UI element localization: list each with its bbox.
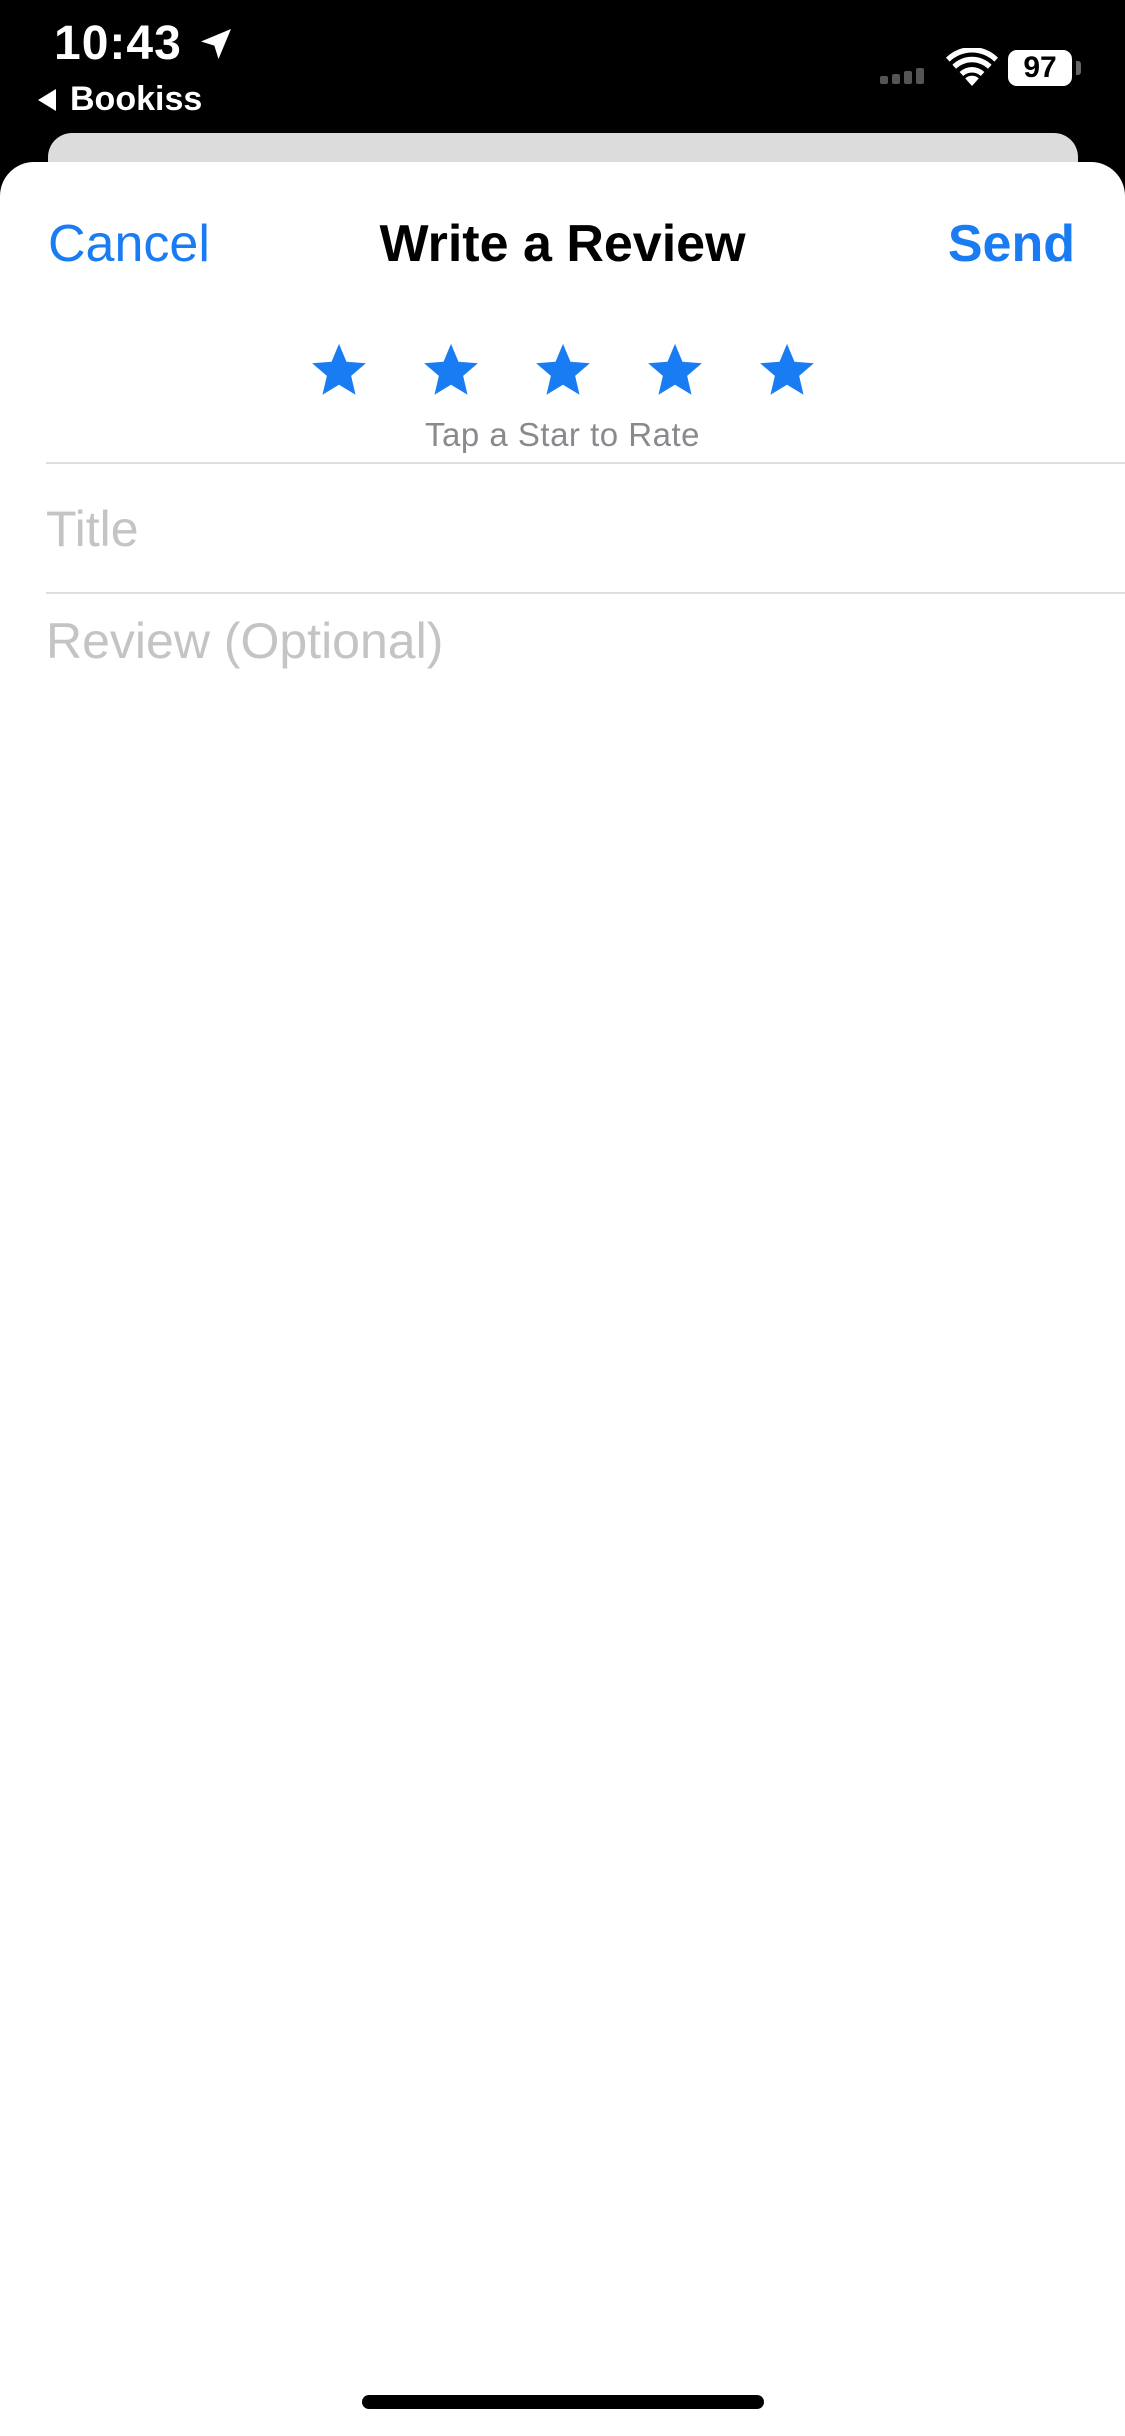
back-arrow-icon (38, 88, 56, 111)
star-icon-1[interactable] (308, 340, 370, 402)
write-review-sheet: Cancel Write a Review Send Tap a Star to… (0, 162, 1125, 2436)
status-time: 10:43 (54, 17, 182, 70)
star-icon-3[interactable] (532, 340, 594, 402)
star-icon-4[interactable] (644, 340, 706, 402)
star-icon-2[interactable] (420, 340, 482, 402)
status-time-group: 10:43 (54, 16, 236, 71)
battery-icon: 97 (1008, 50, 1072, 86)
battery-cap (1076, 61, 1081, 75)
status-bar: 10:43 Bookiss 97 (0, 0, 1125, 130)
back-app-label: Bookiss (70, 80, 203, 118)
star-icon-5[interactable] (756, 340, 818, 402)
rating-hint: Tap a Star to Rate (425, 416, 700, 453)
screen: 10:43 Bookiss 97 Cancel Write a Review S… (0, 0, 1125, 2436)
back-to-app-link[interactable]: Bookiss (38, 80, 202, 119)
title-input[interactable] (46, 494, 1085, 564)
battery-level: 97 (1023, 51, 1057, 84)
divider (46, 592, 1125, 594)
divider (46, 462, 1125, 464)
review-textarea[interactable] (46, 610, 1085, 2310)
location-arrow-icon (200, 28, 231, 59)
send-button[interactable]: Send (948, 214, 1075, 274)
cancel-button[interactable]: Cancel (48, 214, 210, 274)
star-rating (0, 340, 1125, 410)
home-indicator (362, 2395, 764, 2409)
nav-bar: Cancel Write a Review Send (0, 162, 1125, 332)
signal-icon (880, 68, 924, 84)
wifi-icon (946, 48, 998, 86)
